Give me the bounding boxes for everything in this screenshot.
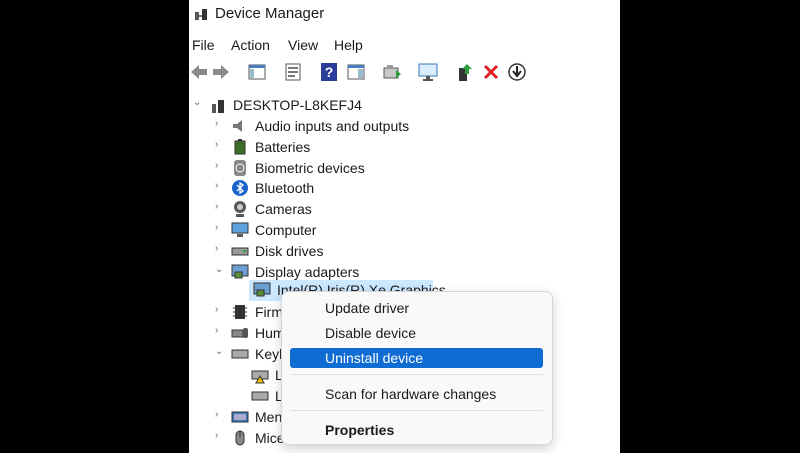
uninstall-device-label: Uninstall device [325, 350, 424, 366]
disable-device-item[interactable]: Disable device [290, 323, 543, 343]
window-title: Device Manager [215, 5, 325, 22]
help-icon[interactable]: ? [319, 62, 339, 82]
disable-device-label: Disable device [325, 325, 417, 341]
computer-root-icon [209, 96, 227, 114]
camera-icon [231, 200, 249, 218]
tree-root[interactable]: ⌄ DESKTOP-L8KEFJ4 [189, 95, 620, 115]
tree-category-label: Bluetooth [255, 180, 315, 197]
disk-drive-icon [231, 242, 249, 260]
tree-category-label: Display adapters [255, 263, 360, 280]
keyboard-device-icon [251, 387, 269, 405]
chevron-right-icon[interactable]: › [215, 243, 225, 254]
scan-hardware-label: Scan for hardware changes [325, 386, 497, 402]
tree-item-after-label: Firm [255, 304, 283, 320]
menu-file[interactable]: File [192, 37, 215, 53]
update-driver-label: Update driver [325, 300, 410, 316]
tree-category-label: Audio inputs and outputs [255, 118, 410, 134]
chevron-down-icon[interactable]: ⌄ [215, 264, 225, 275]
tree-category-3[interactable]: › Bluetooth [189, 178, 620, 198]
mouse-icon [231, 429, 249, 447]
tree-category-1[interactable]: › Batteries [189, 137, 620, 157]
tree-category-5[interactable]: › Computer [189, 220, 620, 240]
firmware-icon [231, 303, 249, 321]
menu-separator [290, 374, 543, 375]
uninstall-device-icon[interactable] [481, 62, 501, 82]
scan-hardware-item[interactable]: Scan for hardware changes [290, 384, 543, 404]
battery-icon [231, 138, 249, 156]
tree-category-label: Biometric devices [255, 159, 365, 176]
tree-category-6[interactable]: › Disk drives [189, 241, 620, 261]
tree-category-4[interactable]: › Cameras [189, 199, 620, 219]
chevron-right-icon[interactable]: › [215, 431, 225, 441]
hid-icon [231, 324, 249, 342]
chevron-right-icon[interactable]: › [215, 326, 225, 336]
menu-view[interactable]: View [288, 37, 318, 53]
action-pane-icon[interactable] [346, 62, 366, 82]
tree-category-label: Cameras [255, 201, 312, 218]
back-arrow-icon[interactable] [189, 62, 209, 82]
svg-text:?: ? [325, 64, 334, 80]
device-manager-icon [193, 6, 209, 22]
tree-category-7[interactable]: ⌄ Display adapters [189, 262, 620, 282]
chevron-down-icon[interactable]: ⌄ [193, 98, 203, 108]
toolbar: ? [189, 58, 620, 86]
tree-category-label: Batteries [255, 138, 311, 155]
root-label: DESKTOP-L8KEFJ4 [233, 97, 362, 113]
tree-item-after-label: Men [255, 409, 283, 425]
properties-item[interactable]: Properties [290, 420, 543, 440]
update-driver-item[interactable]: Update driver [290, 298, 543, 318]
properties-icon[interactable] [283, 62, 303, 82]
properties-label: Properties [325, 422, 395, 438]
show-hide-console-tree-icon[interactable] [247, 62, 267, 82]
tree-category-2[interactable]: › Biometric devices [189, 158, 620, 178]
chevron-right-icon[interactable]: › [215, 160, 225, 171]
tree-category-0[interactable]: › Audio inputs and outputs [189, 116, 620, 136]
tree-category-label: Disk drives [255, 242, 324, 259]
chevron-right-icon[interactable]: › [215, 202, 225, 212]
bluetooth-icon [231, 179, 249, 197]
computer-icon [231, 221, 249, 239]
chevron-right-icon[interactable]: › [215, 119, 225, 129]
chevron-right-icon[interactable]: › [215, 223, 225, 233]
uninstall-device-item[interactable]: Uninstall device [290, 348, 543, 368]
tree-category-label: Computer [255, 222, 317, 238]
menu-separator [290, 410, 543, 411]
display-adapter-icon [231, 263, 249, 281]
speaker-icon [231, 117, 249, 135]
title-bar: Device Manager [189, 0, 620, 30]
menu-action[interactable]: Action [231, 37, 270, 53]
keyboard-icon [231, 345, 249, 363]
chevron-right-icon[interactable]: › [215, 410, 225, 420]
context-menu: Update driver Disable device Uninstall d… [281, 291, 553, 445]
chevron-right-icon[interactable]: › [215, 139, 225, 150]
warning-keyboard-icon [251, 366, 269, 384]
memory-icon [231, 408, 249, 426]
enable-device-icon[interactable] [455, 62, 475, 82]
chevron-down-icon[interactable]: ⌄ [215, 347, 225, 357]
chevron-right-icon[interactable]: › [215, 305, 225, 315]
graphics-adapter-icon [253, 281, 271, 299]
chevron-right-icon[interactable]: › [215, 181, 225, 191]
fingerprint-icon [231, 159, 249, 177]
forward-arrow-icon[interactable] [211, 62, 231, 82]
scan-hardware-icon[interactable] [418, 62, 438, 82]
disable-device-icon[interactable] [507, 62, 527, 82]
menu-help[interactable]: Help [334, 37, 363, 53]
update-driver-icon[interactable] [382, 62, 402, 82]
